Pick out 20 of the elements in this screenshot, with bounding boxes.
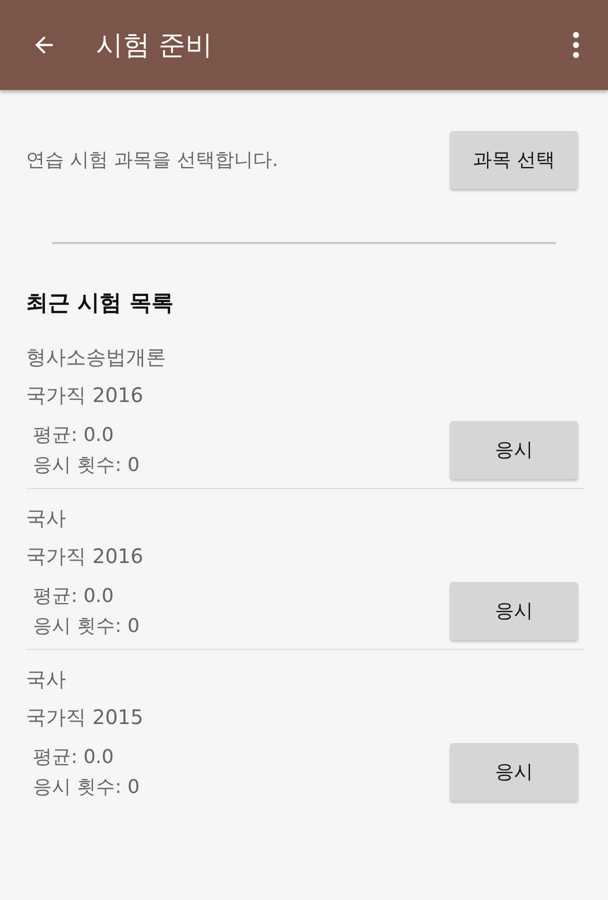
attempt-count: 응시 횟수: 0 <box>33 453 140 478</box>
exam-name: 국가직 2015 <box>26 704 144 731</box>
take-exam-button[interactable]: 응시 <box>450 582 578 640</box>
subject-name: 형사소송법개론 <box>26 344 167 371</box>
average-score: 평균: 0.0 <box>33 584 115 609</box>
select-subject-button[interactable]: 과목 선택 <box>450 131 578 189</box>
screen-title: 시험 준비 <box>96 29 214 63</box>
section-heading: 최근 시험 목록 <box>26 290 174 318</box>
take-exam-button[interactable]: 응시 <box>450 743 578 801</box>
exam-name: 국가직 2016 <box>26 543 144 570</box>
take-exam-button[interactable]: 응시 <box>450 421 578 479</box>
exam-name: 국가직 2016 <box>26 382 144 409</box>
attempt-count: 응시 횟수: 0 <box>33 614 140 639</box>
average-score: 평균: 0.0 <box>33 423 115 448</box>
attempt-count: 응시 횟수: 0 <box>33 775 140 800</box>
subject-name: 국사 <box>26 505 67 532</box>
more-options-icon[interactable] <box>572 31 580 59</box>
instruction-text: 연습 시험 과목을 선택합니다. <box>26 148 278 173</box>
average-score: 평균: 0.0 <box>33 745 115 770</box>
subject-name: 국사 <box>26 666 67 693</box>
